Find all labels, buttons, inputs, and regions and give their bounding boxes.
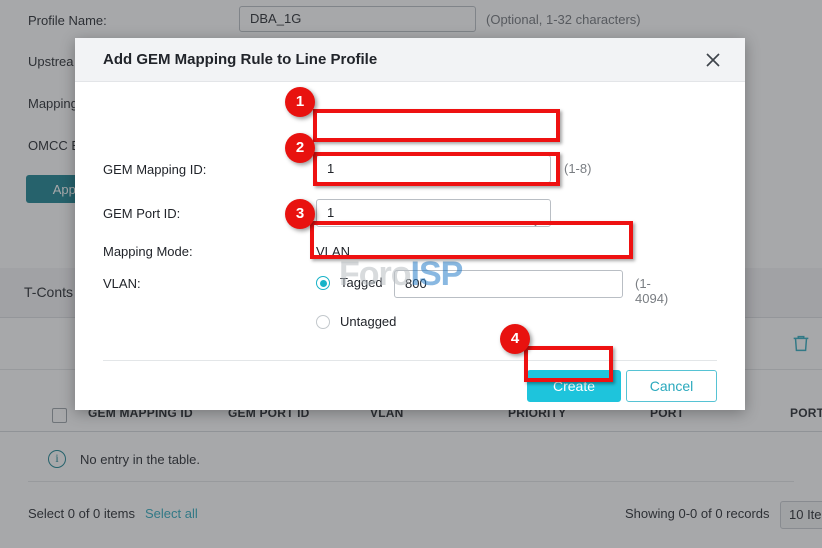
annotation-badge-2: 2 [285,133,315,163]
radio-tagged[interactable] [316,276,330,290]
gem-mapping-id-label: GEM Mapping ID: [103,162,206,177]
close-icon[interactable] [703,50,723,70]
radio-untagged[interactable] [316,315,330,329]
dialog-body: GEM Mapping ID: 1 (1-8) GEM Port ID: 1 M… [75,82,745,360]
dialog-title: Add GEM Mapping Rule to Line Profile [103,51,377,68]
cancel-button[interactable]: Cancel [626,370,717,402]
mapping-mode-value: VLAN [316,244,350,259]
gem-mapping-id-hint: (1-8) [564,161,591,176]
create-button[interactable]: Create [527,370,621,402]
radio-tagged-label: Tagged [340,275,383,290]
annotation-badge-3: 3 [285,199,315,229]
vlan-tagged-input[interactable]: 800 [394,270,623,298]
mapping-mode-label: Mapping Mode: [103,244,193,259]
gem-port-id-label: GEM Port ID: [103,206,180,221]
dialog-footer: Create Cancel [75,360,745,410]
footer-divider [103,360,717,361]
gem-port-id-select[interactable]: 1 [316,199,551,227]
annotation-badge-1: 1 [285,87,315,117]
gem-port-id-value: 1 [327,205,334,220]
dialog-header: Add GEM Mapping Rule to Line Profile [75,38,745,82]
gem-mapping-id-input[interactable]: 1 [316,155,551,183]
vlan-hint: (1-4094) [635,276,668,306]
annotation-badge-4: 4 [500,324,530,354]
vlan-label: VLAN: [103,276,141,291]
radio-untagged-label: Untagged [340,314,396,329]
chevron-down-icon [530,210,541,217]
add-gem-mapping-rule-dialog: Add GEM Mapping Rule to Line Profile GEM… [75,38,745,410]
